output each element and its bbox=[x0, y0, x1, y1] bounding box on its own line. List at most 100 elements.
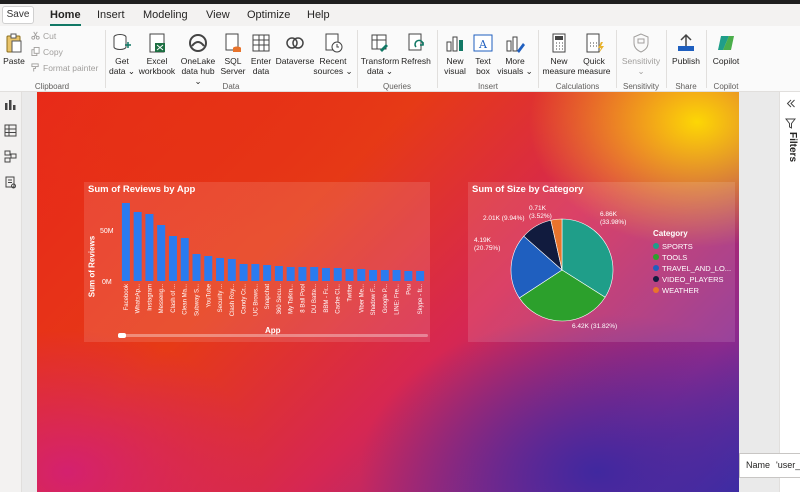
dataverse-label: Dataverse bbox=[275, 56, 315, 66]
chevron-down-icon: ⌄ bbox=[125, 66, 136, 76]
tab-optimize[interactable]: Optimize bbox=[247, 7, 290, 23]
bar[interactable] bbox=[274, 266, 283, 281]
x-tick-label: Messeng... bbox=[159, 284, 165, 314]
x-tick-label: UC Brows... bbox=[253, 284, 259, 316]
copy-button[interactable]: Copy bbox=[31, 47, 63, 57]
bar[interactable] bbox=[345, 269, 354, 281]
legend-item[interactable]: TRAVEL_AND_LO... bbox=[653, 263, 731, 274]
bar[interactable] bbox=[216, 258, 225, 281]
publish-icon bbox=[678, 33, 694, 51]
bar[interactable] bbox=[133, 212, 142, 281]
x-tick-label: Twitter bbox=[348, 284, 354, 302]
share-group-label: Share bbox=[675, 82, 697, 91]
bar[interactable] bbox=[168, 236, 177, 281]
new-visual-button[interactable]: New visual bbox=[441, 32, 469, 76]
table-view-icon[interactable] bbox=[4, 124, 17, 137]
bar[interactable] bbox=[416, 271, 425, 281]
report-view-icon[interactable] bbox=[4, 98, 17, 111]
dataverse-button[interactable]: Dataverse bbox=[275, 32, 315, 66]
onelake-data-hub-button[interactable]: OneLake data hub ⌄ bbox=[178, 32, 218, 86]
refresh-button[interactable]: Refresh bbox=[401, 32, 431, 66]
onelake-line1: OneLake bbox=[180, 56, 216, 66]
bar[interactable] bbox=[357, 269, 366, 281]
x-tick-label: Shadow F... bbox=[371, 284, 377, 316]
bar[interactable] bbox=[239, 264, 248, 281]
quick-measure-button[interactable]: Quick measure bbox=[576, 32, 612, 76]
legend-item[interactable]: VIDEO_PLAYERS bbox=[653, 274, 731, 285]
get-data-button[interactable]: Get data ⌄ bbox=[107, 32, 137, 76]
legend-marker bbox=[653, 254, 659, 260]
size-pie-chart[interactable]: Sum of Size by Category 6.86K (33.98%) 6.4… bbox=[468, 182, 735, 342]
recent-sources-button[interactable]: Recent sources ⌄ bbox=[313, 32, 353, 76]
enter-line2: data bbox=[252, 66, 270, 76]
sensitivity-label: Sensitivity bbox=[621, 56, 661, 66]
scrollbar-thumb[interactable] bbox=[118, 333, 126, 338]
bar[interactable] bbox=[145, 214, 154, 281]
sensitivity-button[interactable]: Sensitivity ⌄ bbox=[619, 32, 663, 76]
bar[interactable] bbox=[298, 267, 307, 281]
chevron-down-icon: ⌄ bbox=[637, 66, 645, 76]
x-tick-label: BBM - Fr... bbox=[324, 284, 330, 313]
horizontal-scrollbar[interactable] bbox=[118, 333, 428, 338]
sql-server-button[interactable]: SQL Server bbox=[219, 32, 247, 76]
cut-button[interactable]: Cut bbox=[31, 31, 56, 41]
bar[interactable] bbox=[263, 265, 272, 281]
tab-help[interactable]: Help bbox=[307, 7, 330, 23]
bar[interactable] bbox=[380, 270, 389, 281]
text-box-line1: Text bbox=[475, 56, 491, 66]
more-visuals-line2: visuals bbox=[497, 66, 524, 76]
bar[interactable] bbox=[227, 259, 236, 281]
enter-data-button[interactable]: Enter data bbox=[248, 32, 274, 76]
bar[interactable] bbox=[192, 254, 201, 281]
bar[interactable] bbox=[286, 267, 295, 281]
legend-item[interactable]: WEATHER bbox=[653, 285, 731, 296]
legend-item[interactable]: TOOLS bbox=[653, 252, 731, 263]
ribbon-separator bbox=[706, 30, 707, 88]
filters-label: Filters bbox=[787, 132, 798, 163]
tab-home[interactable]: Home bbox=[50, 7, 81, 26]
bar[interactable] bbox=[310, 267, 319, 281]
bar[interactable] bbox=[369, 270, 378, 281]
x-tick-label: Subway S... bbox=[195, 284, 201, 316]
bar[interactable] bbox=[157, 225, 166, 281]
recent-line1: Recent bbox=[319, 56, 347, 66]
ribbon: Paste Cut Copy Format painter Clipboard … bbox=[0, 26, 800, 92]
tab-view[interactable]: View bbox=[206, 7, 230, 23]
bar[interactable] bbox=[251, 264, 260, 281]
publish-button[interactable]: Publish bbox=[669, 32, 703, 66]
expand-chevron-icon[interactable] bbox=[785, 98, 796, 109]
table-icon bbox=[252, 34, 270, 52]
bar[interactable] bbox=[321, 268, 330, 281]
x-tick-label: Skype - fr... bbox=[418, 284, 424, 315]
excel-workbook-button[interactable]: Excel workbook bbox=[138, 32, 176, 76]
transform-data-button[interactable]: Transform data ⌄ bbox=[360, 32, 400, 76]
quick-measure-line2: measure bbox=[577, 66, 611, 76]
tab-insert[interactable]: Insert bbox=[97, 7, 125, 23]
filters-pane-collapsed[interactable]: Filters bbox=[779, 92, 800, 492]
more-visuals-button[interactable]: More visuals ⌄ bbox=[497, 32, 533, 76]
bar[interactable] bbox=[392, 270, 401, 281]
model-view-icon[interactable] bbox=[4, 150, 17, 163]
new-measure-button[interactable]: New measure bbox=[541, 32, 577, 76]
bar[interactable] bbox=[404, 271, 413, 281]
bar[interactable] bbox=[333, 268, 342, 281]
reviews-bar-chart[interactable]: Sum of Reviews by App Sum of Reviews 50M… bbox=[84, 182, 430, 342]
text-box-button[interactable]: A Text box bbox=[470, 32, 496, 76]
name-box[interactable]: Name 'user_r bbox=[739, 453, 800, 478]
bar-chart-plot: Facebook WhatsAp... Instagram Messeng... Cla… bbox=[121, 203, 425, 316]
x-tick-label: Cache Cl... bbox=[336, 284, 342, 314]
dax-query-view-icon[interactable] bbox=[4, 176, 17, 189]
save-button[interactable]: Save bbox=[2, 6, 34, 24]
report-canvas[interactable]: Sum of Reviews by App Sum of Reviews 50M… bbox=[37, 92, 739, 492]
tab-modeling[interactable]: Modeling bbox=[143, 7, 188, 23]
copilot-button[interactable]: Copilot bbox=[709, 32, 743, 66]
bar[interactable] bbox=[204, 256, 213, 281]
ribbon-separator bbox=[437, 30, 438, 88]
new-measure-line2: measure bbox=[542, 66, 576, 76]
pie-data-label: 6.42K (31.82%) bbox=[572, 323, 617, 330]
format-painter-button[interactable]: Format painter bbox=[31, 63, 98, 73]
bar[interactable] bbox=[121, 203, 130, 281]
paste-button[interactable]: Paste bbox=[2, 32, 26, 66]
legend-item[interactable]: SPORTS bbox=[653, 241, 731, 252]
bar[interactable] bbox=[180, 238, 189, 281]
